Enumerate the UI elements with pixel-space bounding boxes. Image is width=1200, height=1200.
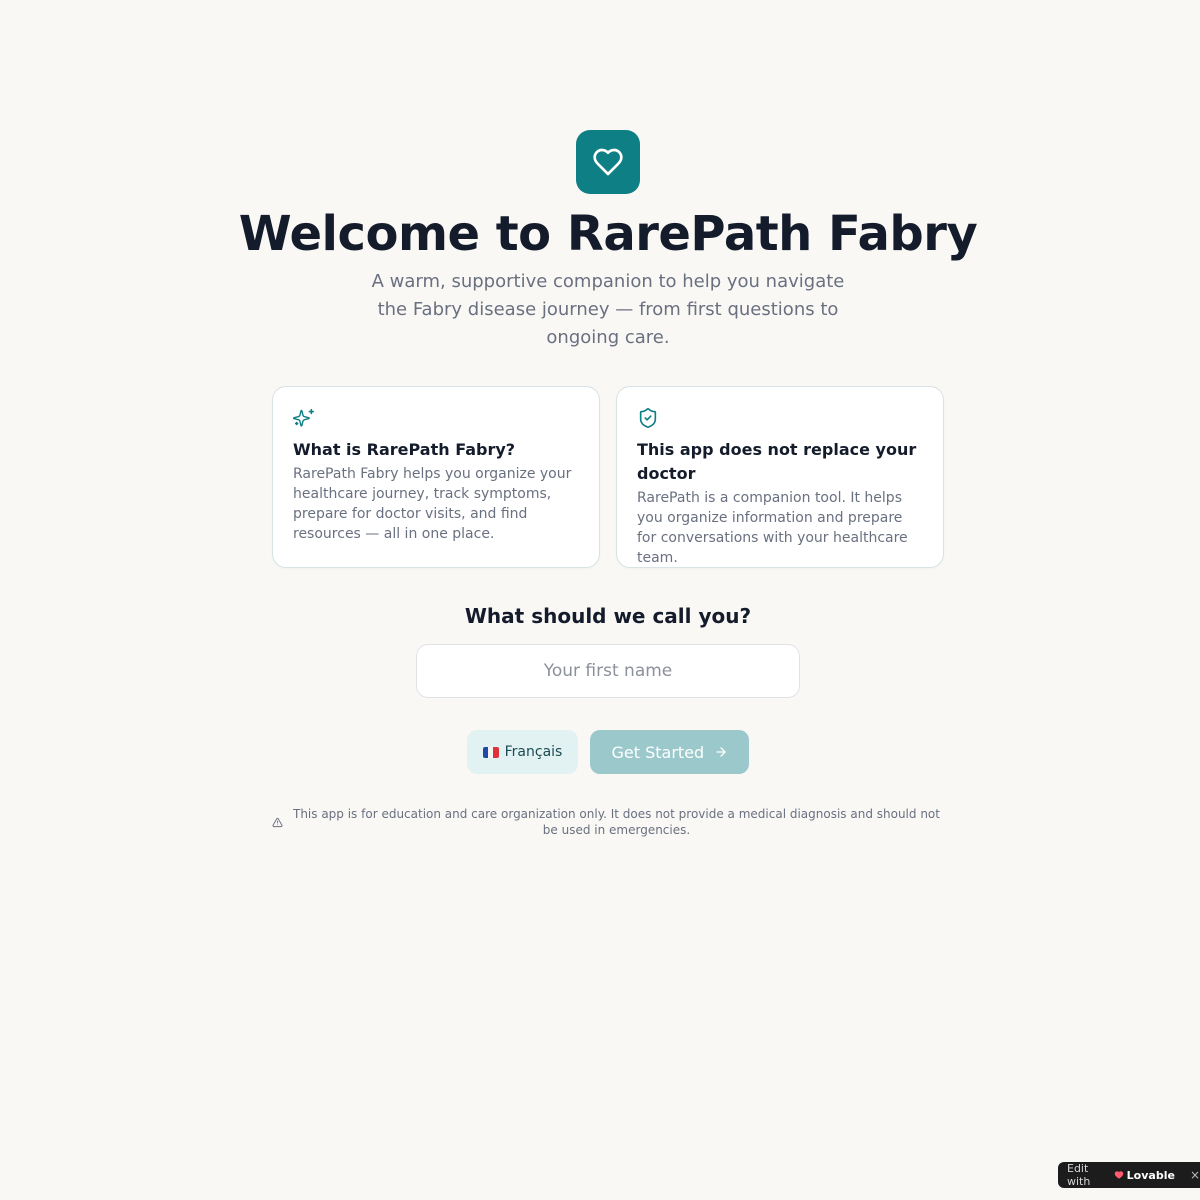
name-question: What should we call you? [464,604,752,628]
french-flag-icon [482,746,499,758]
language-label: Français [504,744,563,760]
page-subtitle: A warm, supportive companion to help you… [371,271,845,348]
get-started-label: Get Started [611,742,705,762]
card-title: What is RarePath Fabry? [293,440,516,459]
get-started-button[interactable]: Get Started [590,730,750,774]
lovable-brand: Lovable [1114,1169,1175,1182]
info-card-about: What is RarePath Fabry? RarePath Fabry h… [272,386,600,568]
sparkles-icon [293,408,314,427]
close-badge-button[interactable]: × [1190,1168,1200,1182]
page-title: Welcome to RarePath Fabry [238,206,978,262]
card-title: This app does not replace your doctor [637,440,917,483]
app-logo [576,130,640,194]
lovable-heart-icon [1114,1171,1123,1179]
arrow-right-icon [716,747,726,757]
badge-prefix: Edit with [1067,1162,1091,1188]
warning-icon [272,817,283,827]
language-toggle-button[interactable]: Français [466,730,579,774]
heart-icon [593,148,623,176]
edit-with-lovable-badge[interactable]: Edit with Lovable × [1058,1162,1200,1188]
card-text: RarePath Fabry helps you organize your h… [293,466,572,542]
disclaimer: This app is for education and care organ… [272,806,944,838]
disclaimer-text: This app is for education and care organ… [292,807,940,837]
info-cards: What is RarePath Fabry? RarePath Fabry h… [272,386,944,568]
lovable-brand-label: Lovable [1126,1168,1175,1182]
action-row: Français Get Started [466,730,750,774]
shield-check-icon [639,408,657,428]
card-text: RarePath is a companion tool. It helps y… [637,490,908,566]
welcome-container: Welcome to RarePath Fabry A warm, suppor… [239,130,978,838]
first-name-input[interactable] [416,644,800,698]
info-card-disclaimer: This app does not replace your doctor Ra… [616,386,944,568]
